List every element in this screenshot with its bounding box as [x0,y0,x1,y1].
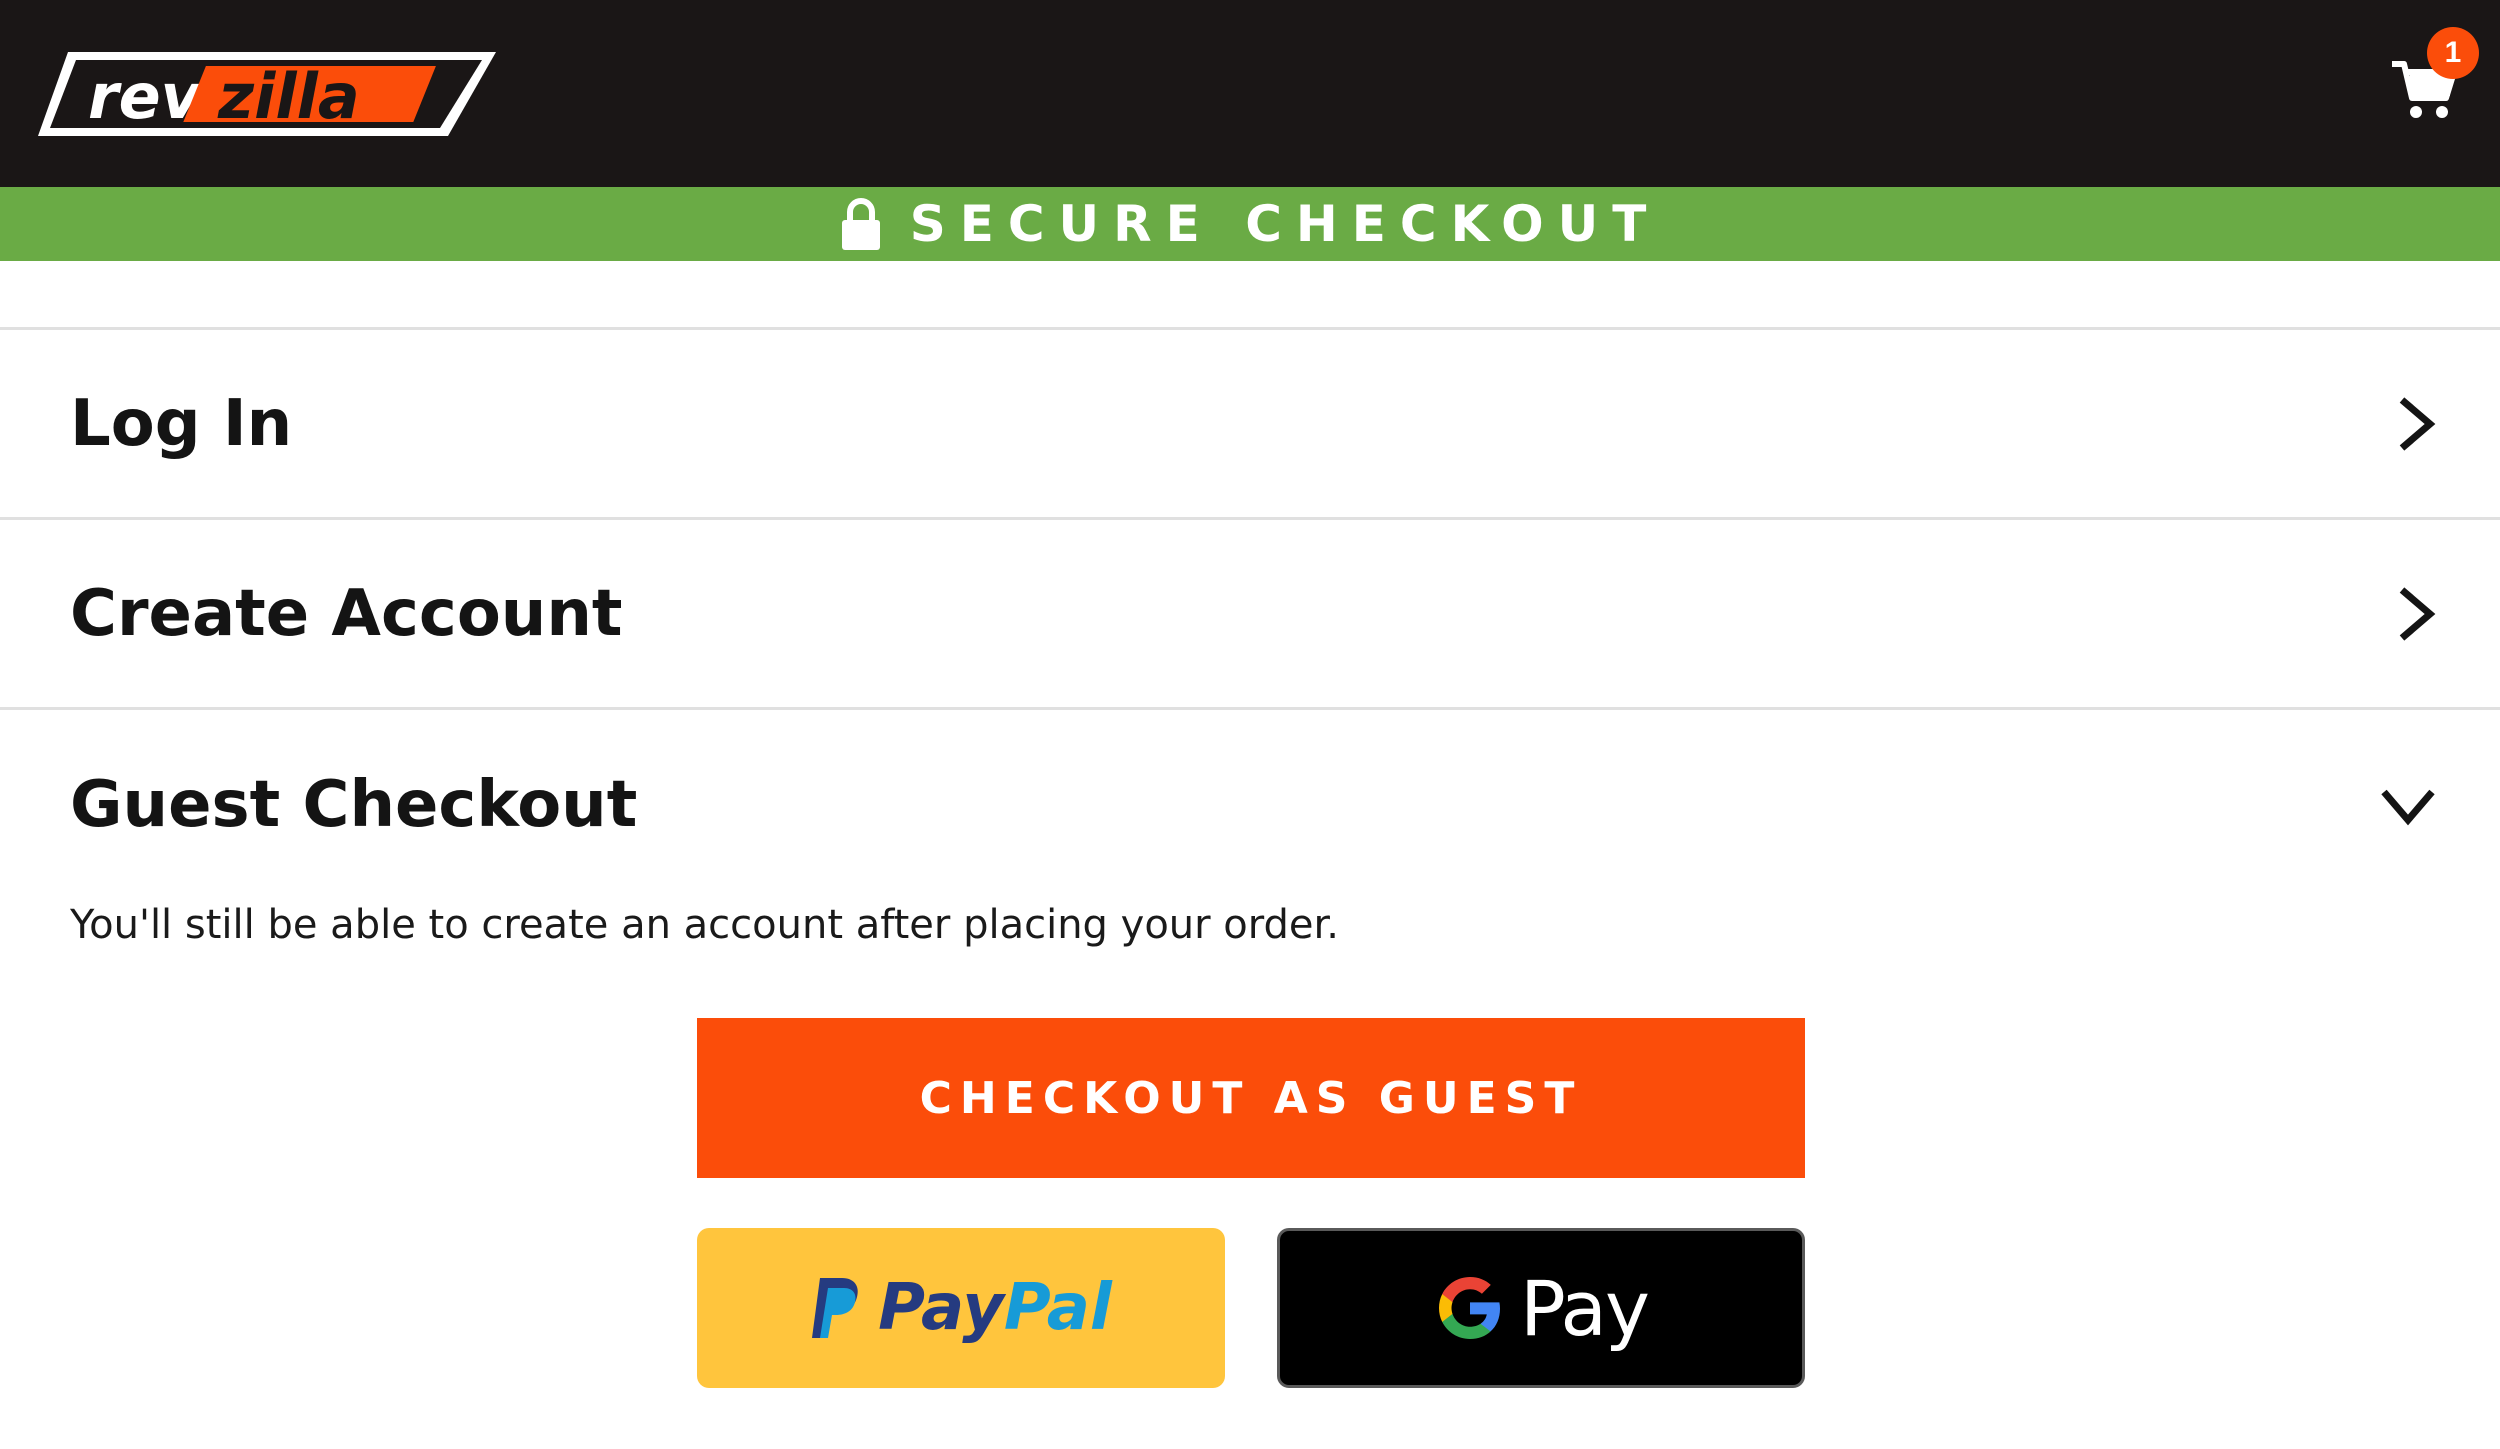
guest-checkout-title[interactable]: Guest Checkout [70,768,637,842]
paypal-label-pal: Pal [1003,1271,1112,1345]
secure-checkout-banner: SECURE CHECKOUT [0,187,2500,261]
cart-count-badge: 1 [2427,27,2479,79]
chevron-down-icon[interactable] [2378,784,2438,828]
login-title: Log In [70,386,293,461]
secure-checkout-label: SECURE CHECKOUT [909,195,1661,253]
guest-checkout-note: You'll still be able to create an accoun… [70,902,1340,948]
site-header: rev zilla 1 [0,0,2500,187]
paypal-icon [812,1278,858,1338]
create-account-row[interactable]: Create Account [0,520,2500,710]
create-account-title: Create Account [70,576,623,651]
paypal-label-pay: Pay [878,1271,1004,1345]
paypal-label: PayPal [878,1271,1112,1345]
guest-checkout-section: Guest Checkout You'll still be able to c… [0,712,2500,1449]
chevron-right-icon [2399,396,2436,451]
google-pay-button[interactable]: Pay [1277,1228,1805,1388]
google-pay-label: Pay [1520,1263,1650,1353]
lock-icon [841,198,880,250]
login-row[interactable]: Log In [0,330,2500,520]
logo-text-rev: rev [88,60,204,133]
google-g-icon [1439,1277,1501,1339]
chevron-right-icon [2399,586,2436,641]
revzilla-logo[interactable]: rev zilla [38,46,498,142]
checkout-as-guest-button[interactable]: CHECKOUT AS GUEST [697,1018,1805,1178]
paypal-button[interactable]: PayPal [697,1228,1225,1388]
logo-text-zilla: zilla [217,60,360,133]
checkout-options: Log In Create Account [0,327,2500,710]
